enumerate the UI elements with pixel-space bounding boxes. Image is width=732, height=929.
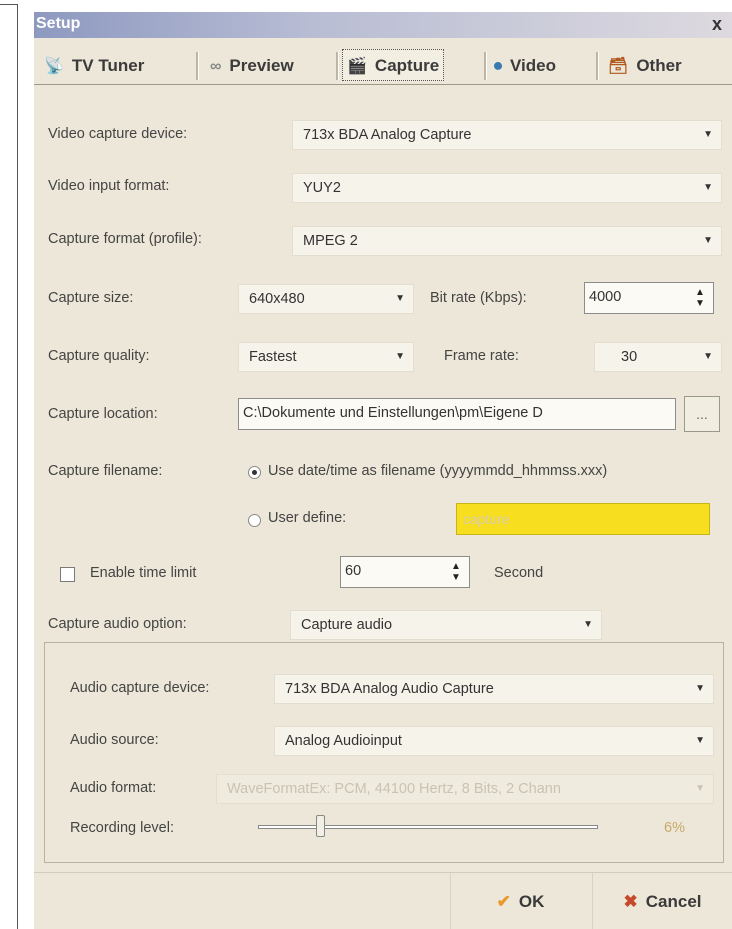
dialog-button-bar: ✔ OK ✖ Cancel <box>34 872 732 929</box>
tab-separator <box>336 52 339 80</box>
enable-time-limit-label: Enable time limit <box>90 565 197 581</box>
tab-label: Other <box>636 56 682 75</box>
chevron-down-icon: ▼ <box>395 293 405 304</box>
capture-format-value: MPEG 2 <box>303 233 358 249</box>
close-icon[interactable]: x <box>706 13 728 35</box>
recording-level-slider[interactable] <box>258 825 598 829</box>
frame-rate-value: 30 <box>621 349 638 365</box>
recording-level-value: 6% <box>664 820 685 836</box>
cancel-label: Cancel <box>645 892 702 911</box>
capture-audio-option-select[interactable]: Capture audio ▼ <box>290 610 602 640</box>
frame-rate-label: Frame rate: <box>444 348 519 364</box>
chevron-down-icon: ▼ <box>583 619 593 630</box>
audio-format-value: WaveFormatEx: PCM, 44100 Hertz, 8 Bits, … <box>227 781 561 797</box>
spinner-arrows-icon[interactable]: ▲ ▼ <box>691 287 709 309</box>
chevron-down-icon: ▼ <box>703 182 713 193</box>
capture-audio-option-label: Capture audio option: <box>48 616 187 632</box>
video-input-format-label: Video input format: <box>48 178 170 194</box>
audio-format-select: WaveFormatEx: PCM, 44100 Hertz, 8 Bits, … <box>216 774 714 804</box>
capture-size-select[interactable]: 640x480 ▼ <box>238 284 414 314</box>
frame-rate-select[interactable]: 30 ▼ <box>594 342 722 372</box>
browse-folder-button[interactable]: ... <box>684 396 720 432</box>
tab-capture[interactable]: 🎬 Capture <box>342 49 445 81</box>
filename-datetime-radio[interactable] <box>248 466 261 479</box>
tab-separator <box>596 52 599 80</box>
chevron-down-icon: ▼ <box>695 783 705 794</box>
filename-datetime-label: Use date/time as filename (yyyymmdd_hhmm… <box>268 463 608 479</box>
tab-separator <box>484 52 487 80</box>
enable-time-limit-checkbox[interactable] <box>60 567 75 582</box>
audio-capture-device-label: Audio capture device: <box>70 680 210 696</box>
chevron-down-icon: ▼ <box>395 351 405 362</box>
folder-browse-icon: ... <box>696 406 708 422</box>
ok-button[interactable]: ✔ OK <box>450 873 590 929</box>
capture-location-value: C:\Dokumente und Einstellungen\pm\Eigene… <box>243 405 543 421</box>
cancel-button[interactable]: ✖ Cancel <box>592 873 732 929</box>
toolbox-icon: 🗃 <box>608 58 629 75</box>
tab-label: TV Tuner <box>71 56 145 75</box>
filename-user-label: User define: <box>268 510 347 526</box>
binoculars-icon: ∞ <box>210 58 222 75</box>
video-capture-device-select[interactable]: 713x BDA Analog Capture ▼ <box>292 120 722 150</box>
chevron-down-icon: ▼ <box>703 351 713 362</box>
audio-source-select[interactable]: Analog Audioinput ▼ <box>274 726 714 756</box>
capture-size-label: Capture size: <box>48 290 134 306</box>
filename-user-radio[interactable] <box>248 514 261 527</box>
audio-capture-device-select[interactable]: 713x BDA Analog Audio Capture ▼ <box>274 674 714 704</box>
chevron-down-icon: ▼ <box>703 129 713 140</box>
recording-level-label: Recording level: <box>70 820 174 836</box>
tab-strip: 📡 TV Tuner ∞ Preview 🎬 Capture ⏺ Video 🗃 Othe… <box>34 44 732 85</box>
tab-tv-tuner[interactable]: 📡 TV Tuner <box>44 50 144 82</box>
time-limit-spinbox[interactable]: 60 ▲ ▼ <box>340 556 470 588</box>
film-capture-icon: 🎬 <box>347 58 367 75</box>
user-filename-input[interactable]: capture <box>456 503 710 535</box>
tab-label: Video <box>510 56 556 75</box>
capture-format-select[interactable]: MPEG 2 ▼ <box>292 226 722 256</box>
capture-quality-select[interactable]: Fastest ▼ <box>238 342 414 372</box>
video-icon: ⏺ <box>494 58 503 75</box>
bit-rate-spinbox[interactable]: 4000 ▲ ▼ <box>584 282 714 314</box>
tab-preview[interactable]: ∞ Preview <box>210 50 294 82</box>
audio-source-value: Analog Audioinput <box>285 733 402 749</box>
capture-quality-label: Capture quality: <box>48 348 150 364</box>
time-limit-unit: Second <box>494 565 544 581</box>
satellite-dish-icon: 📡 <box>44 58 64 75</box>
video-capture-device-label: Video capture device: <box>48 126 188 142</box>
bit-rate-label: Bit rate (Kbps): <box>430 290 527 306</box>
background-window-edge <box>0 4 18 929</box>
tab-label: Capture <box>374 56 440 75</box>
ok-label: OK <box>518 892 545 911</box>
audio-format-label: Audio format: <box>70 780 157 796</box>
capture-format-label: Capture format (profile): <box>48 231 202 247</box>
bit-rate-value: 4000 <box>589 289 622 305</box>
chevron-down-icon: ▼ <box>703 235 713 246</box>
capture-quality-value: Fastest <box>249 349 297 365</box>
chevron-down-icon: ▼ <box>695 683 705 694</box>
capture-filename-label: Capture filename: <box>48 463 163 479</box>
spinner-arrows-icon[interactable]: ▲ ▼ <box>447 561 465 583</box>
window-title: Setup <box>36 15 81 32</box>
capture-location-label: Capture location: <box>48 406 158 422</box>
setup-dialog: Setup x 📡 TV Tuner ∞ Preview 🎬 Capture ⏺ Vid… <box>34 12 732 929</box>
tab-video[interactable]: ⏺ Video <box>494 50 556 82</box>
audio-capture-device-value: 713x BDA Analog Audio Capture <box>285 681 494 697</box>
title-bar: Setup x <box>34 12 732 38</box>
cancel-x-icon: ✖ <box>623 892 638 911</box>
time-limit-value: 60 <box>345 563 362 579</box>
video-input-format-value: YUY2 <box>303 180 341 196</box>
capture-location-input[interactable]: C:\Dokumente und Einstellungen\pm\Eigene… <box>238 398 676 430</box>
capture-audio-option-value: Capture audio <box>301 617 393 633</box>
video-capture-device-value: 713x BDA Analog Capture <box>303 127 472 143</box>
video-input-format-select[interactable]: YUY2 ▼ <box>292 173 722 203</box>
tab-label: Preview <box>229 56 294 75</box>
chevron-down-icon: ▼ <box>695 735 705 746</box>
checkmark-icon: ✔ <box>496 892 511 911</box>
capture-size-value: 640x480 <box>249 291 305 307</box>
tab-other[interactable]: 🗃 Other <box>608 50 682 82</box>
audio-source-label: Audio source: <box>70 732 159 748</box>
user-filename-value: capture <box>463 511 510 527</box>
tab-separator <box>196 52 199 80</box>
recording-level-thumb[interactable] <box>316 815 325 837</box>
